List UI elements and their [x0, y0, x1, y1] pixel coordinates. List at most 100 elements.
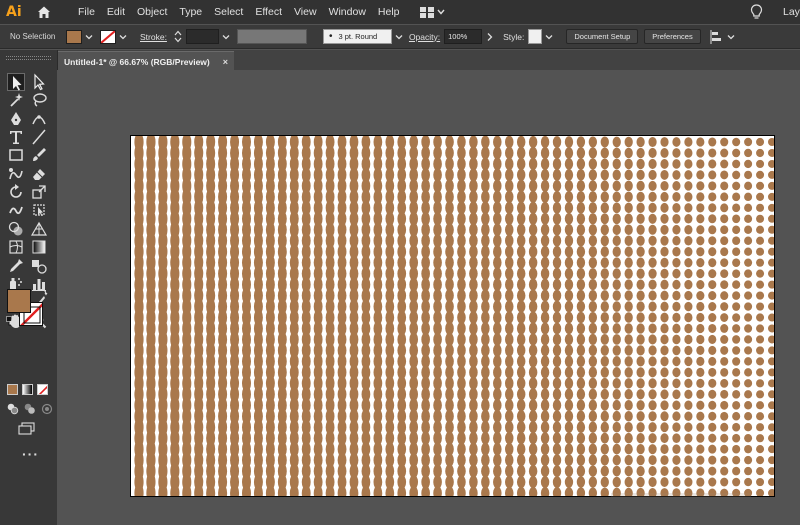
none-button[interactable] [37, 384, 48, 395]
warp-tool-button[interactable] [7, 201, 25, 219]
shape-builder-tool-button[interactable] [7, 220, 25, 238]
menu-help[interactable]: Help [372, 6, 406, 18]
close-icon[interactable]: × [223, 57, 228, 67]
opacity-label[interactable]: Opacity: [409, 32, 440, 42]
workspace-switcher-label[interactable]: Layo [783, 6, 800, 18]
free-transform-tool-button[interactable] [30, 201, 48, 219]
preferences-button[interactable]: Preferences [644, 29, 701, 44]
halftone-dot [756, 214, 765, 223]
rotate-tool-button[interactable] [7, 183, 25, 201]
type-tool-button[interactable] [7, 128, 25, 146]
magic-wand-tool-button[interactable] [7, 91, 25, 109]
document-setup-button[interactable]: Document Setup [566, 29, 639, 44]
halftone-dot [445, 486, 454, 496]
halftone-dot [732, 357, 741, 366]
home-icon[interactable] [36, 4, 52, 20]
halftone-dot [756, 192, 765, 201]
lightbulb-icon[interactable] [750, 4, 763, 20]
shaper-tool-button[interactable] [7, 165, 25, 183]
halftone-dot [708, 148, 717, 158]
halftone-dot [588, 454, 598, 466]
halftone-dot [564, 224, 574, 236]
artboard[interactable] [130, 135, 775, 497]
lasso-tool-button[interactable] [30, 91, 48, 109]
halftone-dot [696, 400, 705, 410]
halftone-dot [516, 179, 526, 193]
menu-effect[interactable]: Effect [249, 6, 288, 18]
line-tool-button[interactable] [30, 128, 48, 146]
menu-object[interactable]: Object [131, 6, 173, 18]
curvature-tool-button[interactable] [30, 110, 48, 128]
halftone-dot [624, 432, 633, 444]
eyedropper-tool-button[interactable] [7, 257, 25, 275]
chevron-down-icon[interactable] [545, 33, 553, 41]
rectangle-tool-button[interactable] [7, 146, 25, 164]
halftone-dot [768, 302, 774, 311]
edit-toolbar-icon[interactable]: ··· [22, 446, 39, 462]
color-button[interactable] [7, 384, 18, 395]
fill-color-swatch[interactable] [66, 29, 82, 44]
direct-selection-tool-button[interactable] [30, 73, 48, 91]
stroke-stepper-icon[interactable] [173, 29, 183, 44]
chevron-down-icon[interactable] [727, 33, 735, 41]
chevron-down-icon[interactable] [222, 33, 230, 41]
halftone-dot [756, 357, 765, 366]
stroke-color-swatch[interactable] [100, 29, 116, 44]
halftone-dot [732, 203, 741, 213]
halftone-dot [564, 322, 574, 335]
eraser-tool-button[interactable] [30, 165, 48, 183]
panel-grip[interactable] [6, 56, 51, 60]
stroke-weight-field[interactable] [185, 29, 219, 44]
halftone-dot [636, 180, 645, 192]
variable-width-profile[interactable] [236, 29, 307, 44]
fill-swatch[interactable] [7, 289, 31, 313]
align-icon[interactable] [710, 29, 724, 44]
halftone-dot [648, 411, 657, 422]
halftone-dot-pattern[interactable] [131, 136, 775, 497]
column-graph-tool-button[interactable] [30, 275, 48, 293]
halftone-dot [768, 357, 774, 366]
draw-inside-icon[interactable] [41, 403, 53, 415]
menu-edit[interactable]: Edit [101, 6, 131, 18]
paintbrush-tool-icon [33, 148, 46, 161]
menu-type[interactable]: Type [173, 6, 208, 18]
graphic-style-swatch[interactable] [528, 29, 543, 44]
paintbrush-tool-button[interactable] [30, 146, 48, 164]
gradient-button[interactable] [22, 384, 33, 395]
pen-tool-button[interactable] [7, 110, 25, 128]
halftone-dot [528, 465, 538, 478]
halftone-dot [636, 279, 645, 290]
chevron-down-icon[interactable] [395, 33, 403, 41]
menu-file[interactable]: File [72, 6, 101, 18]
halftone-dot [516, 442, 526, 456]
draw-behind-icon[interactable] [24, 403, 36, 415]
halftone-dot [660, 257, 669, 268]
menu-window[interactable]: Window [323, 6, 372, 18]
mesh-tool-button[interactable] [7, 238, 25, 256]
gradient-tool-button[interactable] [30, 238, 48, 256]
brush-definition-field[interactable]: • 3 pt. Round [322, 29, 392, 44]
halftone-dot [540, 344, 550, 357]
menu-select[interactable]: Select [208, 6, 249, 18]
chevron-right-icon[interactable] [485, 32, 494, 42]
stroke-label[interactable]: Stroke: [140, 32, 167, 42]
document-tab[interactable]: Untitled-1* @ 66.67% (RGB/Preview) × [57, 51, 234, 71]
scale-tool-button[interactable] [30, 183, 48, 201]
halftone-dot [588, 399, 598, 411]
selection-tool-button[interactable] [7, 73, 25, 91]
halftone-dot [636, 312, 645, 323]
opacity-field[interactable]: 100% [444, 29, 483, 44]
menu-view[interactable]: View [288, 6, 323, 18]
chevron-down-icon[interactable] [85, 33, 93, 41]
draw-normal-icon[interactable] [7, 403, 19, 415]
arrange-documents-button[interactable] [419, 6, 445, 18]
halftone-dot [600, 421, 609, 433]
blend-tool-button[interactable] [30, 257, 48, 275]
halftone-dot [696, 378, 705, 388]
chevron-down-icon[interactable] [119, 33, 127, 41]
halftone-dot [600, 355, 609, 367]
halftone-dot [696, 422, 705, 432]
halftone-dot [744, 324, 753, 333]
perspective-grid-tool-button[interactable] [30, 220, 48, 238]
screen-mode-icon[interactable] [18, 422, 36, 436]
